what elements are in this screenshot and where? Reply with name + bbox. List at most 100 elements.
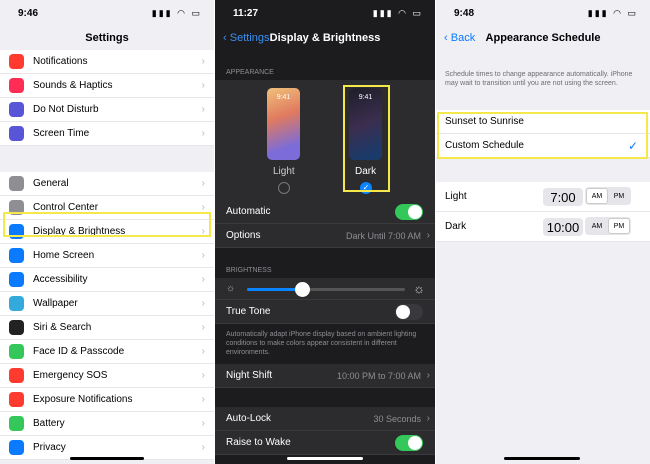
status-icons: ▮▮▮ ◠ ▭ [151, 8, 202, 18]
chevron-right-icon: › [201, 128, 205, 139]
switches-icon [9, 200, 24, 215]
settings-row-display-brightness[interactable]: Display & Brightness › [0, 220, 214, 244]
accessibility-icon [9, 272, 24, 287]
light-label: Light [273, 166, 295, 177]
back-button[interactable]: ‹ Back [444, 26, 475, 50]
settings-group-1: Notifications › Sounds & Haptics › Do Not Di… [0, 50, 214, 146]
appearance-schedule-panel: 9:48 ▮▮▮ ◠ ▭ ‹ Back Appearance Schedule … [436, 0, 650, 464]
chevron-right-icon: › [201, 250, 205, 261]
settings-row-label: Wallpaper [33, 298, 78, 309]
chevron-right-icon: › [201, 80, 205, 91]
dark-am-option[interactable]: AM [586, 218, 608, 234]
status-bar: 11:27 ▮▮▮ ◠ ▭ [215, 0, 435, 26]
sunset-label: Sunset to Sunrise [445, 116, 524, 127]
appearance-header: APPEARANCE [226, 69, 274, 76]
settings-row-label: Face ID & Passcode [33, 346, 125, 357]
settings-row-general[interactable]: General › [0, 172, 214, 196]
night-shift-value: 10:00 PM to 7:00 AM [336, 370, 421, 381]
chevron-right-icon: › [201, 226, 205, 237]
dark-time-picker[interactable]: 10:00 [543, 218, 583, 236]
auto-lock-row[interactable]: Auto-Lock 30 Seconds › [215, 407, 435, 431]
settings-row-label: Sounds & Haptics [33, 80, 113, 91]
settings-row-accessibility[interactable]: Accessibility › [0, 268, 214, 292]
schedule-description: Schedule times to change appearance auto… [445, 71, 633, 87]
dark-pm-option[interactable]: PM [608, 218, 630, 234]
raise-to-wake-row: Raise to Wake [215, 431, 435, 455]
settings-row-wallpaper[interactable]: Wallpaper › [0, 292, 214, 316]
true-tone-toggle[interactable] [395, 303, 423, 320]
nav-bar: ‹ Settings Display & Brightness [215, 26, 435, 50]
light-preview-time: 9:41 [276, 94, 291, 101]
automatic-toggle[interactable] [395, 203, 423, 220]
light-time-picker[interactable]: 7:00 [543, 188, 583, 206]
settings-row-siri-search[interactable]: Siri & Search › [0, 316, 214, 340]
automatic-row: Automatic [215, 200, 435, 224]
dark-ampm-selector[interactable]: AM PM [585, 217, 631, 235]
sunset-to-sunrise-option[interactable]: Sunset to Sunrise [436, 110, 650, 134]
raise-to-wake-toggle[interactable] [395, 434, 423, 451]
settings-row-label: Exposure Notifications [33, 394, 133, 405]
checkmark-icon: ✓ [627, 138, 638, 153]
chevron-right-icon: › [201, 322, 205, 333]
chevron-right-icon: › [201, 178, 205, 189]
custom-schedule-option[interactable]: Custom Schedule ✓ [436, 134, 650, 158]
sos-icon [9, 368, 24, 383]
dark-preview[interactable]: 9:41 [349, 88, 382, 160]
settings-row-label: Siri & Search [33, 322, 92, 333]
settings-row-label: Control Center [33, 202, 99, 213]
settings-row-exposure-notifications[interactable]: Exposure Notifications › [0, 388, 214, 412]
siri-icon [9, 320, 24, 335]
automatic-label: Automatic [226, 206, 271, 217]
settings-row-label: Battery [33, 418, 65, 429]
settings-row-face-id-passcode[interactable]: Face ID & Passcode › [0, 340, 214, 364]
light-ampm-selector[interactable]: AM PM [585, 187, 631, 205]
aa-icon [9, 224, 24, 239]
status-icons: ▮▮▮ ◠ ▭ [372, 8, 423, 18]
options-row[interactable]: Options Dark Until 7:00 AM › [215, 224, 435, 248]
brightness-slider[interactable] [247, 282, 405, 297]
page-title: Appearance Schedule [485, 32, 601, 44]
hand-icon [9, 440, 24, 455]
light-pm-option[interactable]: PM [608, 188, 630, 204]
back-button[interactable]: ‹ Settings [223, 26, 269, 50]
back-label: Back [450, 32, 476, 44]
true-tone-description: Automatically adapt iPhone display based… [226, 331, 417, 356]
chevron-right-icon: › [201, 202, 205, 213]
status-time: 11:27 [233, 8, 259, 19]
raise-to-wake-label: Raise to Wake [226, 437, 291, 448]
settings-row-label: Emergency SOS [33, 370, 108, 381]
settings-row-do-not-disturb[interactable]: Do Not Disturb › [0, 98, 214, 122]
status-time: 9:46 [18, 8, 39, 19]
settings-row-sounds-haptics[interactable]: Sounds & Haptics › [0, 74, 214, 98]
dark-radio-checked-icon[interactable]: ✓ [360, 182, 372, 194]
flower-icon [9, 296, 24, 311]
auto-lock-value: 30 Seconds [373, 413, 421, 424]
night-shift-label: Night Shift [226, 370, 273, 381]
speaker-icon [9, 78, 24, 93]
home-indicator [504, 457, 580, 460]
settings-row-control-center[interactable]: Control Center › [0, 196, 214, 220]
settings-row-label: Do Not Disturb [33, 104, 99, 115]
custom-label: Custom Schedule [445, 140, 524, 151]
chevron-right-icon: › [426, 230, 430, 241]
settings-row-screen-time[interactable]: Screen Time › [0, 122, 214, 146]
status-bar: 9:48 ▮▮▮ ◠ ▭ [436, 0, 650, 26]
light-preview[interactable]: 9:41 [267, 88, 300, 160]
appearance-picker: 9:41 Light 9:41 Dark ✓ [215, 80, 435, 200]
night-shift-row[interactable]: Night Shift 10:00 PM to 7:00 AM › [215, 364, 435, 388]
settings-row-label: Privacy [33, 442, 66, 453]
settings-row-home-screen[interactable]: Home Screen › [0, 244, 214, 268]
dark-time-row: Dark 10:00 AM PM [436, 212, 650, 242]
settings-row-battery[interactable]: Battery › [0, 412, 214, 436]
light-time-row: Light 7:00 AM PM [436, 182, 650, 212]
chevron-right-icon: › [201, 346, 205, 357]
light-radio[interactable] [278, 182, 290, 194]
settings-row-notifications[interactable]: Notifications › [0, 50, 214, 74]
light-am-option[interactable]: AM [586, 188, 608, 204]
moon-icon [9, 102, 24, 117]
exposure-icon [9, 392, 24, 407]
settings-row-label: Display & Brightness [33, 226, 126, 237]
settings-row-emergency-sos[interactable]: Emergency SOS › [0, 364, 214, 388]
chevron-right-icon: › [201, 104, 205, 115]
status-time: 9:48 [454, 8, 475, 19]
